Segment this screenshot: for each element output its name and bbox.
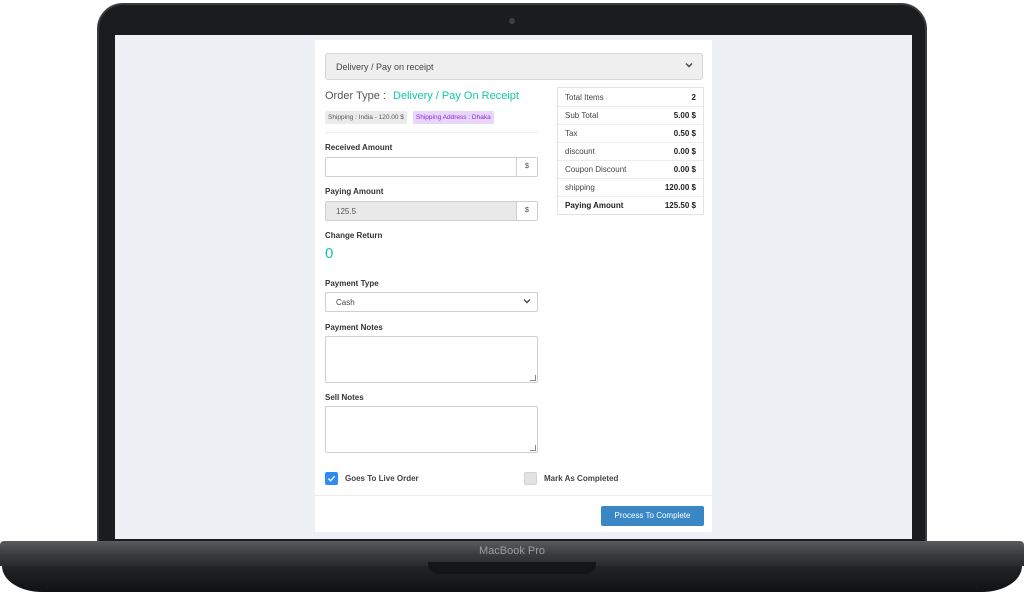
summary-row: Tax 0.50 $ — [558, 124, 703, 142]
summary-row: Total Items 2 — [565, 92, 696, 102]
change-return-value: 0 — [325, 245, 334, 262]
payment-notes-textarea[interactable] — [325, 336, 538, 383]
divider — [325, 132, 538, 133]
order-type-label: Order Type : — [325, 90, 386, 102]
order-type-line: Order Type : Delivery / Pay On Receipt — [325, 90, 519, 102]
mark-completed-checkbox[interactable] — [524, 472, 537, 485]
shipping-badges: Shipping : India - 120.00 $ Shipping Add… — [325, 111, 494, 124]
footer-divider — [315, 495, 712, 496]
order-summary-table: Total Items 2 Sub Total 5.00 $ Tax 0.50 $ d… — [557, 87, 704, 215]
live-order-label[interactable]: Goes To Live Order — [345, 474, 419, 483]
summary-row: discount 0.00 $ — [558, 142, 703, 160]
camera-icon — [509, 18, 515, 24]
summary-row-total: Paying Amount 125.50 $ — [558, 196, 703, 214]
summary-row: Sub Total 5.00 $ — [558, 106, 703, 124]
resize-handle-icon[interactable] — [530, 445, 536, 451]
chevron-down-icon — [684, 60, 694, 73]
paying-amount-label: Paying Amount — [325, 187, 384, 196]
payment-type-value: Cash — [336, 298, 355, 307]
order-type-select-value: Delivery / Pay on receipt — [336, 62, 434, 72]
checkout-panel: Delivery / Pay on receipt Order Type : D… — [315, 40, 712, 532]
shipping-address-badge: Shipping Address : Dhaka — [412, 111, 494, 124]
device-brand-label: MacBook Pro — [478, 545, 546, 557]
summary-row: Coupon Discount 0.00 $ — [558, 160, 703, 178]
screen: Delivery / Pay on receipt Order Type : D… — [115, 35, 912, 539]
live-order-checkbox[interactable] — [325, 472, 338, 485]
process-to-complete-button[interactable]: Process To Complete — [601, 506, 704, 526]
payment-type-label: Payment Type — [325, 279, 379, 288]
paying-amount-value: 125.5 — [336, 207, 357, 216]
order-type-value: Delivery / Pay On Receipt — [393, 90, 519, 102]
shipping-badge: Shipping : India - 120.00 $ — [325, 111, 407, 124]
currency-addon: $ — [516, 202, 537, 220]
received-amount-input[interactable]: $ — [325, 157, 538, 177]
sell-notes-textarea[interactable] — [325, 406, 538, 453]
order-type-select[interactable]: Delivery / Pay on receipt — [325, 53, 703, 80]
payment-notes-label: Payment Notes — [325, 323, 383, 332]
sell-notes-label: Sell Notes — [325, 393, 364, 402]
payment-type-select[interactable]: Cash — [325, 292, 538, 312]
resize-handle-icon[interactable] — [530, 375, 536, 381]
change-return-label: Change Return — [325, 231, 383, 240]
checkmark-icon — [327, 475, 336, 482]
currency-addon: $ — [516, 158, 537, 176]
laptop-notch — [428, 562, 596, 574]
received-amount-label: Received Amount — [325, 143, 393, 152]
summary-row: shipping 120.00 $ — [558, 178, 703, 196]
paying-amount-input[interactable]: 125.5 $ — [325, 201, 538, 221]
chevron-down-icon — [522, 296, 532, 309]
mark-completed-label[interactable]: Mark As Completed — [544, 474, 618, 483]
